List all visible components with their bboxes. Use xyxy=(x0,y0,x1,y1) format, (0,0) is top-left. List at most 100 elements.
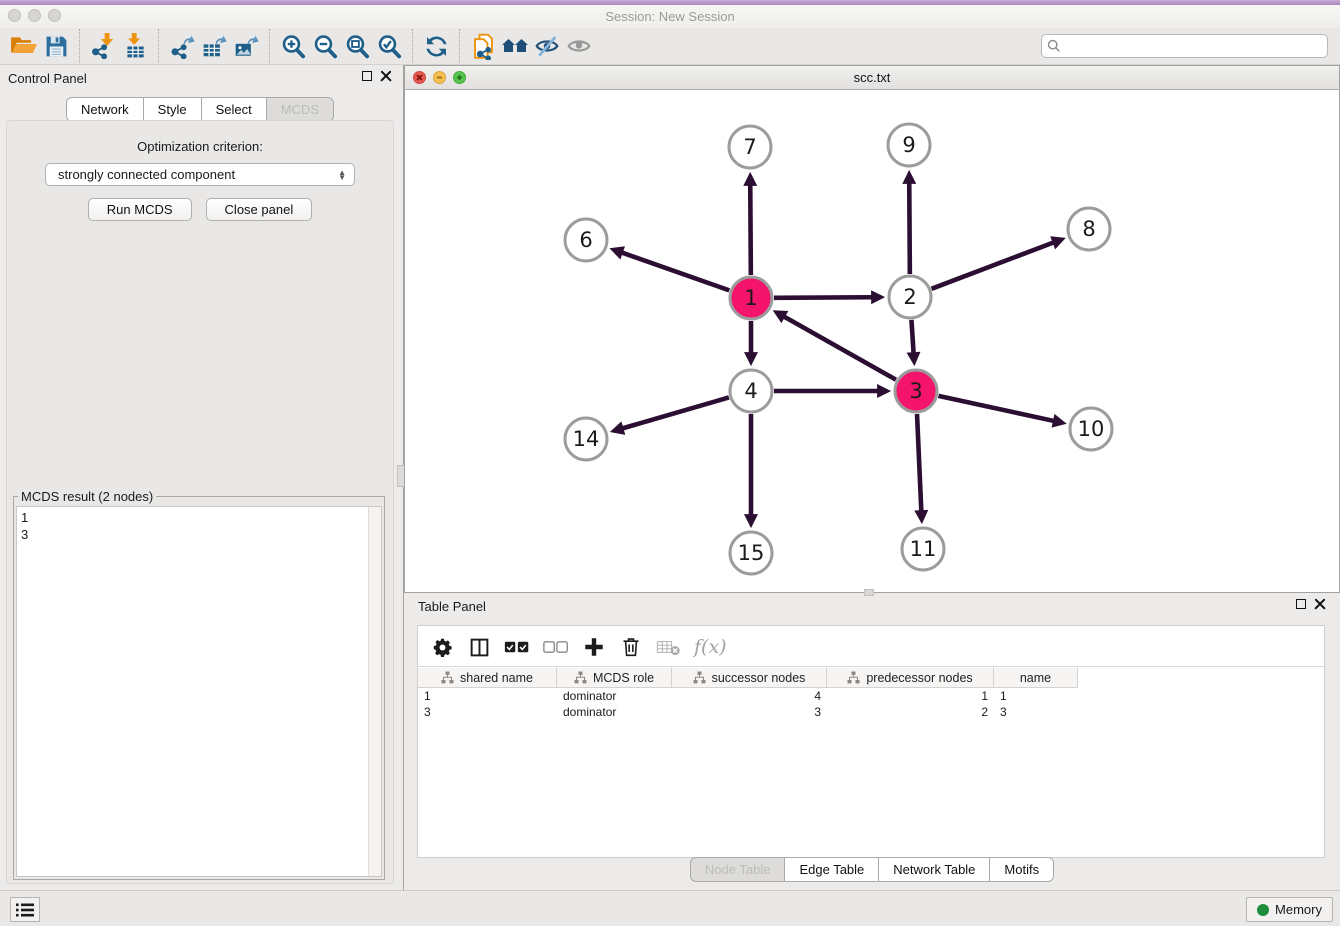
tab-network-table[interactable]: Network Table xyxy=(878,857,990,882)
graph-node-1[interactable]: 1 xyxy=(730,277,772,319)
edge-2-8[interactable] xyxy=(932,242,1054,288)
home-layout-icon[interactable] xyxy=(499,30,531,62)
network-canvas[interactable]: 1 2 3 4 6 7 8 9 10 11 14 15 xyxy=(405,90,1339,592)
column-header-successor-nodes[interactable]: successor nodes xyxy=(672,667,827,688)
graph-node-10[interactable]: 10 xyxy=(1070,408,1112,450)
save-session-icon[interactable] xyxy=(40,30,72,62)
graph-node-8[interactable]: 8 xyxy=(1068,208,1110,250)
task-history-button[interactable] xyxy=(10,897,40,922)
close-panel-button[interactable]: Close panel xyxy=(206,198,313,221)
zoom-out-icon[interactable] xyxy=(309,30,341,62)
node-table-container: f(x) shared name MCDS role successor nodes… xyxy=(417,625,1325,858)
show-view-icon xyxy=(563,30,595,62)
zoom-selected-icon[interactable] xyxy=(373,30,405,62)
column-header-shared-name[interactable]: shared name xyxy=(418,667,557,688)
graph-node-4[interactable]: 4 xyxy=(730,370,772,412)
column-header-MCDS-role[interactable]: MCDS role xyxy=(557,667,672,688)
table-cell[interactable]: 2 xyxy=(827,704,994,720)
graph-node-9[interactable]: 9 xyxy=(888,124,930,166)
table-cell[interactable]: 4 xyxy=(672,688,827,704)
refresh-icon[interactable] xyxy=(420,30,452,62)
hide-panels-icon[interactable] xyxy=(531,30,563,62)
table-cell[interactable]: 1 xyxy=(827,688,994,704)
tab-mcds[interactable]: MCDS xyxy=(266,97,334,122)
graph-node-3[interactable]: 3 xyxy=(895,370,937,412)
function-builder-icon: f(x) xyxy=(694,635,727,659)
edge-2-3[interactable] xyxy=(911,320,913,353)
close-panel-icon[interactable] xyxy=(380,70,392,82)
export-network-icon[interactable] xyxy=(166,30,198,62)
close-table-panel-icon[interactable] xyxy=(1314,598,1326,610)
column-tree-icon xyxy=(693,671,706,684)
tab-network[interactable]: Network xyxy=(66,97,144,122)
export-table-icon[interactable] xyxy=(198,30,230,62)
float-table-panel-icon[interactable] xyxy=(1296,599,1306,609)
search-field[interactable] xyxy=(1041,34,1328,58)
delete-table-icon xyxy=(656,635,681,659)
graph-node-14[interactable]: 14 xyxy=(565,418,607,460)
graph-node-11[interactable]: 11 xyxy=(902,528,944,570)
import-table-icon[interactable] xyxy=(119,30,151,62)
edge-2-9[interactable] xyxy=(909,183,910,274)
table-cell[interactable]: 1 xyxy=(418,688,557,704)
tab-motifs[interactable]: Motifs xyxy=(989,857,1054,882)
table-cell[interactable]: dominator xyxy=(557,688,672,704)
clone-network-icon[interactable] xyxy=(467,30,499,62)
tab-edge-table[interactable]: Edge Table xyxy=(784,857,879,882)
split-columns-icon[interactable] xyxy=(467,635,491,659)
run-mcds-button[interactable]: Run MCDS xyxy=(88,198,192,221)
select-stepper-icon: ▲▼ xyxy=(338,170,346,180)
table-cell[interactable]: 3 xyxy=(994,704,1078,720)
table-cell[interactable]: 1 xyxy=(994,688,1078,704)
graph-node-6[interactable]: 6 xyxy=(565,219,607,261)
select-all-checks-icon[interactable] xyxy=(504,635,530,659)
mcds-result-area[interactable]: 13 xyxy=(16,506,382,877)
search-input[interactable] xyxy=(1061,39,1322,53)
edge-1-2[interactable] xyxy=(774,297,872,298)
tab-style[interactable]: Style xyxy=(143,97,202,122)
table-cell[interactable]: 3 xyxy=(672,704,827,720)
gear-icon[interactable] xyxy=(430,635,454,659)
network-graph: 1 2 3 4 6 7 8 9 10 11 14 15 xyxy=(405,90,1339,592)
graph-node-7[interactable]: 7 xyxy=(729,126,771,168)
clear-checks-icon[interactable] xyxy=(543,635,569,659)
edge-1-7[interactable] xyxy=(750,185,751,275)
open-session-icon[interactable] xyxy=(8,30,40,62)
table-row[interactable]: 1dominator411 xyxy=(418,688,1324,704)
table-cell[interactable]: dominator xyxy=(557,704,672,720)
node-label: 7 xyxy=(743,135,756,159)
column-header-name[interactable]: name xyxy=(994,667,1078,688)
result-line: 3 xyxy=(21,526,377,543)
graph-node-15[interactable]: 15 xyxy=(730,532,772,574)
edge-4-14[interactable] xyxy=(622,397,728,428)
edge-3-1[interactable] xyxy=(784,317,896,380)
network-window-titlebar[interactable]: scc.txt xyxy=(405,66,1339,90)
memory-status-icon xyxy=(1257,904,1269,916)
table-header-row: shared name MCDS role successor nodes prede… xyxy=(418,666,1324,688)
result-scrollbar[interactable] xyxy=(368,507,381,876)
mcds-result-text: 13 xyxy=(17,507,381,545)
table-row[interactable]: 3dominator323 xyxy=(418,704,1324,720)
node-label: 6 xyxy=(579,228,592,252)
edge-1-6[interactable] xyxy=(622,253,729,291)
memory-button[interactable]: Memory xyxy=(1246,897,1333,922)
import-network-icon[interactable] xyxy=(87,30,119,62)
column-label: successor nodes xyxy=(712,671,806,685)
add-row-icon[interactable] xyxy=(582,635,606,659)
zoom-fit-icon[interactable] xyxy=(341,30,373,62)
zoom-in-icon[interactable] xyxy=(277,30,309,62)
column-label: predecessor nodes xyxy=(866,671,972,685)
tab-node-table[interactable]: Node Table xyxy=(690,857,786,882)
delete-row-icon[interactable] xyxy=(619,635,643,659)
float-panel-icon[interactable] xyxy=(362,71,372,81)
edge-3-10[interactable] xyxy=(938,396,1053,421)
node-label: 4 xyxy=(744,379,757,403)
graph-node-2[interactable]: 2 xyxy=(889,276,931,318)
column-header-predecessor-nodes[interactable]: predecessor nodes xyxy=(827,667,994,688)
edge-3-11[interactable] xyxy=(917,414,921,511)
export-image-icon[interactable] xyxy=(230,30,262,62)
column-label: MCDS role xyxy=(593,671,654,685)
criterion-select[interactable]: strongly connected component ▲▼ xyxy=(45,163,355,186)
table-cell[interactable]: 3 xyxy=(418,704,557,720)
tab-select[interactable]: Select xyxy=(201,97,267,122)
